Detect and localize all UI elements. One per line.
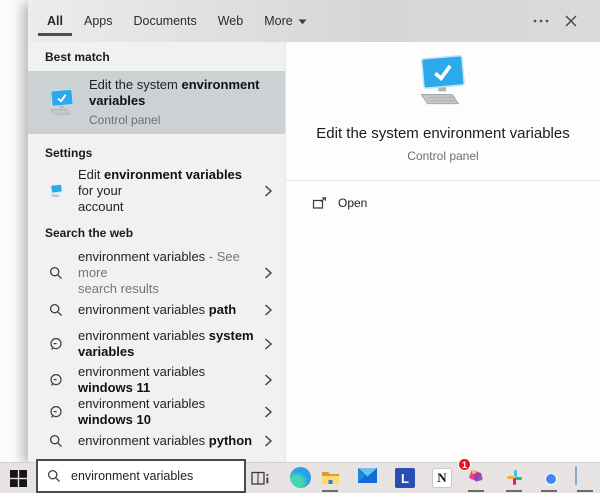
running-indicator bbox=[541, 490, 557, 492]
best-match-text: Edit the system environment variables Co… bbox=[89, 77, 273, 128]
running-indicator bbox=[506, 490, 522, 492]
open-external-icon bbox=[312, 197, 327, 210]
file-explorer-icon[interactable] bbox=[320, 467, 341, 488]
tab-documents-label: Documents bbox=[133, 14, 196, 28]
preview-title: Edit the system environment variables bbox=[316, 125, 569, 142]
tab-web-label: Web bbox=[218, 14, 243, 28]
divider bbox=[286, 180, 600, 181]
windows-logo-icon bbox=[10, 470, 27, 487]
search-the-web-header: Search the web bbox=[28, 215, 285, 247]
notification-badge: 1 bbox=[458, 458, 471, 471]
best-match-header: Best match bbox=[28, 42, 285, 71]
task-view-button[interactable] bbox=[250, 470, 269, 487]
tab-all-label: All bbox=[47, 14, 63, 28]
running-indicator bbox=[577, 490, 593, 492]
web-suggestion-python[interactable]: environment variables python bbox=[28, 428, 285, 454]
preview-pane: Edit the system environment variables Co… bbox=[285, 42, 600, 462]
taskbar-search-box[interactable] bbox=[36, 459, 246, 493]
chevron-right-icon bbox=[257, 303, 273, 317]
notepad-icon[interactable] bbox=[575, 467, 596, 488]
close-icon bbox=[565, 15, 577, 27]
notion-icon[interactable]: N bbox=[432, 468, 453, 489]
settings-result-env-vars-account[interactable]: Edit environment variables for your acco… bbox=[28, 167, 285, 215]
open-action[interactable]: Open bbox=[286, 181, 600, 210]
web-suggestions-list: environment variables - See more search … bbox=[28, 249, 285, 462]
web-suggestion-path[interactable]: environment variables path bbox=[28, 297, 285, 323]
search-icon bbox=[45, 434, 67, 448]
search-icon bbox=[45, 266, 67, 280]
best-match-subtitle: Control panel bbox=[89, 112, 273, 128]
chevron-right-icon bbox=[257, 434, 273, 448]
tab-documents[interactable]: Documents bbox=[131, 0, 198, 42]
taskbar: L N 1 bbox=[0, 462, 600, 493]
web-suggestion-system-variables[interactable]: environment variables system variables bbox=[28, 323, 285, 364]
running-indicator bbox=[468, 490, 484, 492]
web-suggestion-see-more[interactable]: environment variables - See more search … bbox=[28, 249, 285, 297]
close-button[interactable] bbox=[556, 0, 586, 42]
chevron-right-icon bbox=[257, 373, 273, 387]
web-suggestion-windows-11[interactable]: environment variables windows 11 bbox=[28, 364, 285, 396]
results-pane: Best match Edit the system environment v… bbox=[28, 42, 285, 462]
tab-apps[interactable]: Apps bbox=[82, 0, 115, 42]
search-filter-tabbar: All Apps Documents Web More bbox=[28, 0, 600, 42]
active-tab-underline bbox=[38, 33, 72, 36]
open-label: Open bbox=[338, 196, 367, 210]
suggestion-bubble-icon bbox=[45, 337, 67, 351]
search-input[interactable] bbox=[69, 468, 238, 484]
ellipsis-menu-button[interactable] bbox=[526, 0, 556, 42]
search-icon bbox=[47, 469, 61, 483]
suggestion-bubble-icon bbox=[45, 373, 67, 387]
suggestion-bubble-icon bbox=[45, 405, 67, 419]
chevron-right-icon bbox=[257, 184, 273, 198]
chevron-right-icon bbox=[257, 266, 273, 280]
chevron-down-icon bbox=[298, 14, 307, 28]
tab-web[interactable]: Web bbox=[216, 0, 245, 42]
mail-icon[interactable] bbox=[357, 467, 378, 488]
ellipsis-icon bbox=[533, 19, 549, 23]
l-app-icon[interactable]: L bbox=[395, 468, 416, 489]
edge-icon[interactable] bbox=[290, 467, 311, 488]
search-icon bbox=[45, 303, 67, 317]
settings-result-text: Edit environment variables for your acco… bbox=[78, 167, 257, 215]
tab-more-label: More bbox=[264, 14, 292, 28]
monitor-small-icon bbox=[45, 184, 67, 198]
task-view-icon bbox=[251, 471, 269, 486]
monitor-check-icon bbox=[412, 55, 474, 114]
tab-more[interactable]: More bbox=[262, 0, 308, 42]
tab-all[interactable]: All bbox=[45, 0, 65, 42]
search-flyout: All Apps Documents Web More bbox=[28, 0, 600, 462]
chevron-right-icon bbox=[257, 405, 273, 419]
chevron-right-icon bbox=[257, 337, 273, 351]
running-indicator bbox=[322, 490, 338, 492]
monitor-check-icon bbox=[45, 89, 79, 117]
preview-subtitle: Control panel bbox=[407, 149, 478, 163]
settings-header: Settings bbox=[28, 134, 285, 167]
best-match-result[interactable]: Edit the system environment variables Co… bbox=[28, 71, 285, 134]
windows-search-screen: All Apps Documents Web More bbox=[0, 0, 600, 493]
start-button[interactable] bbox=[8, 469, 29, 488]
tab-apps-label: Apps bbox=[84, 14, 113, 28]
web-suggestion-windows-10[interactable]: environment variables windows 10 bbox=[28, 396, 285, 428]
